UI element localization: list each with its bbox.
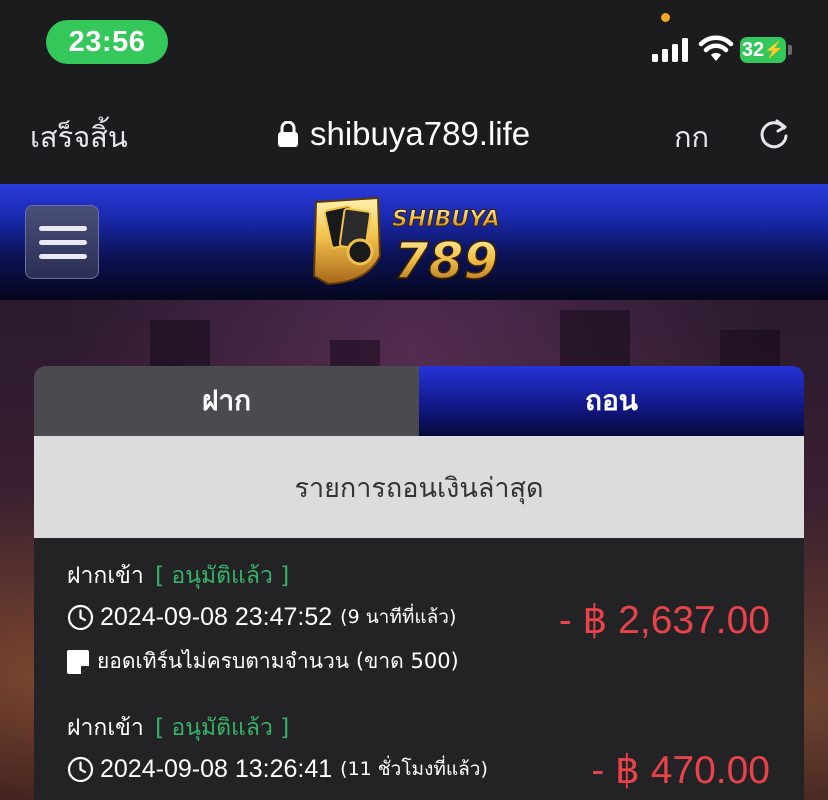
transaction-row: ฝากเข้า [ อนุมัติแล้ว ] 2024-09-08 23:47… — [34, 538, 804, 690]
done-button[interactable]: เสร็จสิ้น — [30, 114, 128, 160]
clock-icon — [67, 604, 94, 630]
transaction-time: 2024-09-08 23:47:52 (9 นาทีที่แล้ว) — [67, 602, 456, 632]
note-icon — [67, 649, 89, 674]
status-badge: [ อนุมัติแล้ว ] — [155, 715, 290, 741]
browser-toolbar: เสร็จสิ้น shibuya789.life กก — [0, 84, 828, 184]
transaction-card: ฝาก ถอน รายการถอนเงินล่าสุด ฝากเข้า [ อน… — [34, 366, 804, 800]
menu-line — [39, 240, 87, 245]
tab-bar: ฝาก ถอน — [34, 366, 804, 436]
menu-line — [39, 226, 87, 231]
transaction-time: 2024-09-08 13:26:41 (11 ชั่วโมงที่แล้ว) — [67, 754, 488, 784]
transaction-relative-time: (9 นาทีที่แล้ว) — [340, 606, 457, 628]
reload-icon[interactable] — [756, 116, 792, 152]
battery-level: 32 — [741, 38, 765, 61]
lock-icon — [278, 121, 298, 147]
transaction-row: ฝากเข้า [ อนุมัติแล้ว ] 2024-09-08 13:26… — [34, 690, 804, 800]
status-badge: [ อนุมัติแล้ว ] — [155, 563, 290, 589]
charging-bolt-icon: ⚡ — [764, 42, 785, 59]
transaction-note-text: ยอดเทิร์นไม่ครบตามจำนวน (ขาด 500) — [97, 649, 459, 673]
site-header: SHIBUYA 789 — [0, 184, 828, 300]
transaction-type: ฝากเข้า [ อนุมัติแล้ว ] — [67, 558, 289, 594]
logo-text-bottom: 789 — [394, 232, 498, 290]
battery-cap — [788, 45, 792, 55]
transaction-type: ฝากเข้า [ อนุมัติแล้ว ] — [67, 710, 289, 746]
transaction-type-label: ฝากเข้า — [67, 715, 144, 741]
transaction-datetime: 2024-09-08 23:47:52 — [100, 602, 333, 631]
menu-line — [39, 254, 87, 259]
transaction-amount: - ฿ 470.00 — [591, 749, 770, 792]
status-time: 23:56 — [46, 20, 168, 64]
logo-text-top: SHIBUYA — [392, 207, 500, 232]
hamburger-menu-button[interactable] — [25, 205, 99, 279]
transaction-amount: - ฿ 2,637.00 — [558, 599, 770, 642]
clock-icon — [67, 756, 94, 782]
status-bar: 23:56 32 ⚡ — [0, 0, 828, 84]
transaction-note: ยอดเทิร์นไม่ครบตามจำนวน (ขาด 500) — [67, 645, 459, 678]
battery-indicator: 32 ⚡ — [740, 37, 792, 63]
shibuya789-logo[interactable]: SHIBUYA 789 — [308, 196, 518, 292]
cellular-signal-icon — [652, 38, 688, 62]
tab-withdraw[interactable]: ถอน — [419, 366, 804, 436]
section-title: รายการถอนเงินล่าสุด — [34, 436, 804, 538]
privacy-indicator-dot — [661, 13, 670, 22]
wifi-icon — [698, 35, 734, 61]
transaction-relative-time: (11 ชั่วโมงที่แล้ว) — [340, 758, 488, 780]
url-text: shibuya789.life — [310, 115, 531, 152]
text-size-button[interactable]: กก — [674, 114, 709, 160]
address-bar[interactable]: shibuya789.life — [278, 112, 530, 156]
transaction-datetime: 2024-09-08 13:26:41 — [100, 754, 333, 783]
transaction-list: ฝากเข้า [ อนุมัติแล้ว ] 2024-09-08 23:47… — [34, 538, 804, 800]
transaction-type-label: ฝากเข้า — [67, 563, 144, 589]
tab-deposit[interactable]: ฝาก — [34, 366, 419, 436]
